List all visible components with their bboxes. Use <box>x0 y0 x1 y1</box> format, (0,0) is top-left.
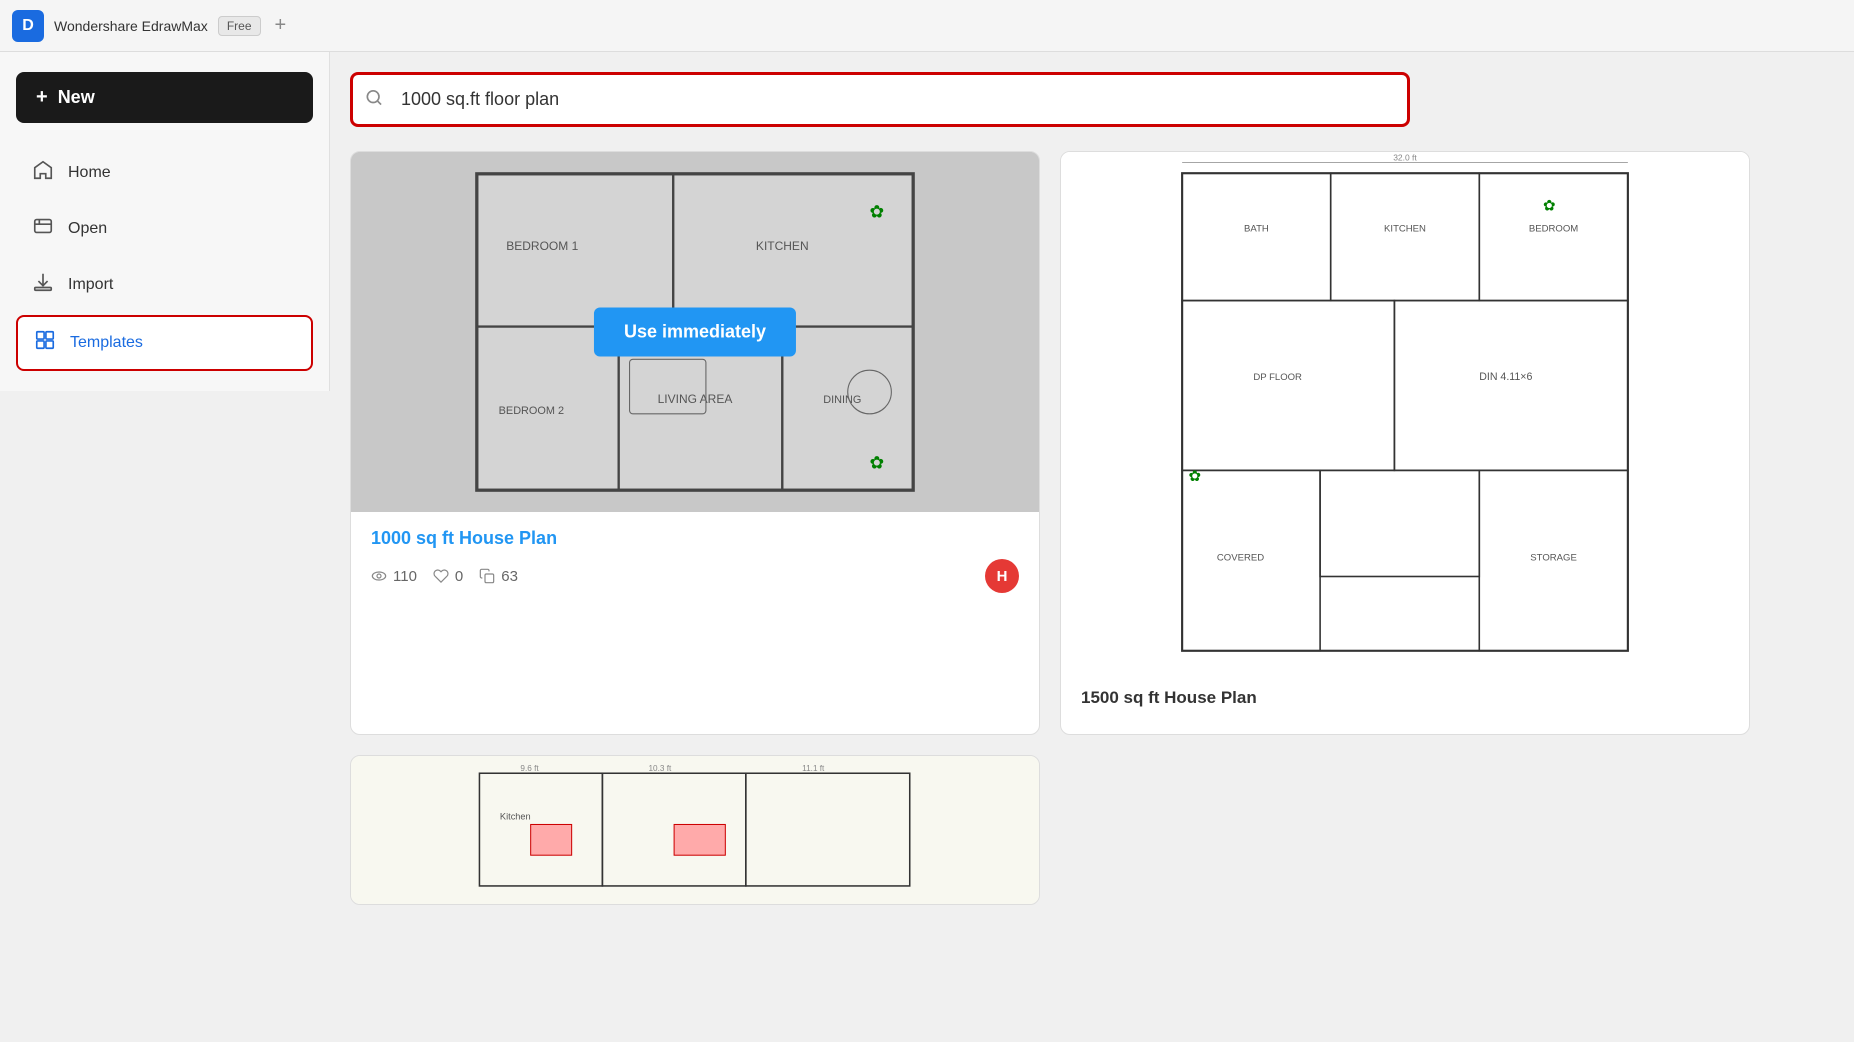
sidebar-item-open-label: Open <box>68 220 107 238</box>
svg-text:BATH: BATH <box>1244 224 1269 235</box>
svg-text:9.6 ft: 9.6 ft <box>521 765 540 774</box>
search-container <box>350 72 1834 127</box>
main-layout: + New Home Open <box>0 52 1854 1042</box>
svg-text:11.1 ft: 11.1 ft <box>803 765 826 774</box>
search-input[interactable] <box>350 72 1410 127</box>
views-stat: 110 <box>371 568 417 585</box>
template-info-1: 1000 sq ft House Plan 110 0 <box>351 512 1039 609</box>
template-title-2: 1500 sq ft House Plan <box>1081 688 1729 708</box>
svg-text:KITCHEN: KITCHEN <box>1384 224 1426 235</box>
new-plus-icon: + <box>36 86 48 109</box>
template-info-2: 1500 sq ft House Plan <box>1061 672 1749 734</box>
svg-text:✿: ✿ <box>1189 469 1201 485</box>
templates-grid: BEDROOM 1 KITCHEN BEDROOM 2 LIVING AREA … <box>350 151 1750 905</box>
svg-text:DP FLOOR: DP FLOOR <box>1253 372 1302 383</box>
svg-text:✿: ✿ <box>1543 198 1555 214</box>
svg-text:Kitchen: Kitchen <box>500 812 531 822</box>
main-content: BEDROOM 1 KITCHEN BEDROOM 2 LIVING AREA … <box>330 52 1854 1042</box>
svg-text:DINING: DINING <box>823 394 861 406</box>
copy-icon <box>479 568 495 584</box>
svg-text:✿: ✿ <box>870 452 885 472</box>
template-title-1: 1000 sq ft House Plan <box>371 528 1019 549</box>
template-stats-1: 110 0 63 <box>371 559 1019 593</box>
sidebar-item-import-label: Import <box>68 276 113 294</box>
svg-text:DIN 4.11×6: DIN 4.11×6 <box>1479 371 1532 383</box>
user-avatar-1: H <box>985 559 1019 593</box>
template-card-3[interactable]: Kitchen 9.6 ft 10.3 ft 11.1 ft <box>350 755 1040 905</box>
svg-text:BEDROOM: BEDROOM <box>1529 224 1578 235</box>
template-card-1[interactable]: BEDROOM 1 KITCHEN BEDROOM 2 LIVING AREA … <box>350 151 1040 735</box>
use-immediately-button[interactable]: Use immediately <box>594 308 796 357</box>
free-badge: Free <box>218 16 261 36</box>
open-icon <box>32 215 54 243</box>
template-thumbnail-3: Kitchen 9.6 ft 10.3 ft 11.1 ft <box>351 756 1039 904</box>
svg-text:KITCHEN: KITCHEN <box>756 239 809 253</box>
sidebar-item-import[interactable]: Import <box>16 259 313 311</box>
sidebar-item-templates-label: Templates <box>70 334 143 352</box>
svg-text:10.3 ft: 10.3 ft <box>649 765 672 774</box>
eye-icon <box>371 568 387 584</box>
templates-icon <box>34 329 56 357</box>
new-button[interactable]: + New <box>16 72 313 123</box>
sidebar: + New Home Open <box>0 52 330 391</box>
search-icon <box>364 87 384 112</box>
copies-stat: 63 <box>479 568 518 585</box>
svg-text:LIVING AREA: LIVING AREA <box>658 392 733 406</box>
sidebar-item-home-label: Home <box>68 164 111 182</box>
import-icon <box>32 271 54 299</box>
new-button-label: New <box>58 87 95 108</box>
svg-text:✿: ✿ <box>870 201 885 221</box>
copies-count: 63 <box>501 568 518 585</box>
views-count: 110 <box>393 568 417 585</box>
sidebar-item-home[interactable]: Home <box>16 147 313 199</box>
likes-stat: 0 <box>433 568 463 585</box>
new-tab-button[interactable]: + <box>275 14 287 37</box>
sidebar-item-open[interactable]: Open <box>16 203 313 255</box>
template-thumbnail-1: BEDROOM 1 KITCHEN BEDROOM 2 LIVING AREA … <box>351 152 1039 512</box>
heart-icon <box>433 568 449 584</box>
app-name: Wondershare EdrawMax <box>54 18 208 34</box>
svg-text:32.0 ft: 32.0 ft <box>1393 152 1417 162</box>
svg-text:BEDROOM 1: BEDROOM 1 <box>506 239 578 253</box>
svg-text:COVERED: COVERED <box>1217 553 1264 564</box>
sidebar-wrapper: + New Home Open <box>0 52 330 1042</box>
home-icon <box>32 159 54 187</box>
likes-count: 0 <box>455 568 463 585</box>
titlebar: D Wondershare EdrawMax Free + <box>0 0 1854 52</box>
svg-text:STORAGE: STORAGE <box>1530 553 1577 564</box>
template-card-2[interactable]: BATH KITCHEN BEDROOM DP FLOOR DIN 4.11×6… <box>1060 151 1750 735</box>
svg-text:BEDROOM 2: BEDROOM 2 <box>499 405 564 417</box>
app-logo: D <box>12 10 44 42</box>
sidebar-item-templates[interactable]: Templates <box>16 315 313 371</box>
template-thumbnail-2: BATH KITCHEN BEDROOM DP FLOOR DIN 4.11×6… <box>1061 152 1749 672</box>
logo-letter: D <box>22 17 34 35</box>
